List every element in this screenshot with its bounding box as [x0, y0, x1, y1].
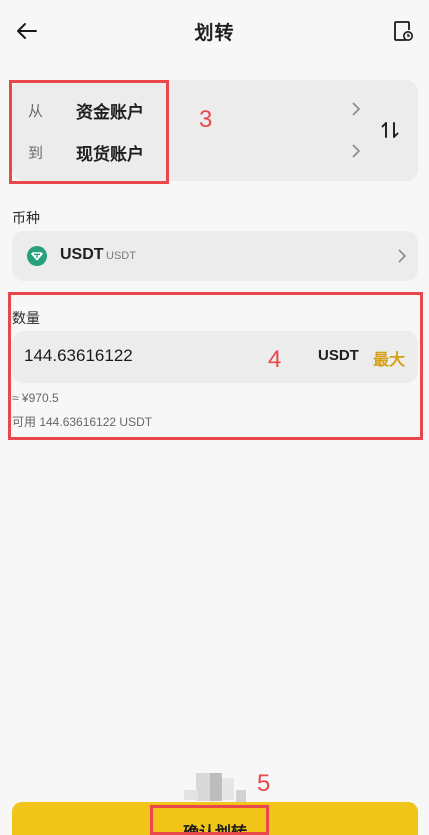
coin-section-label: 币种	[12, 210, 40, 226]
annotation-box-4	[8, 292, 423, 440]
annotation-box-5	[150, 805, 269, 835]
annotation-number-4: 4	[268, 346, 282, 373]
coin-name: USDT	[60, 246, 104, 263]
page-title: 划转	[194, 23, 235, 44]
chevron-right-icon	[352, 144, 361, 158]
history-icon[interactable]	[393, 20, 413, 42]
top-bar: 划转	[0, 0, 429, 62]
coin-sub-label: USDT	[106, 250, 136, 262]
transfer-page: 划转 从 资金账户 到 现货账户 3 币种 USDT USDT 数量 144.6…	[0, 0, 429, 835]
chevron-right-icon	[398, 249, 407, 263]
annotation-number-3: 3	[199, 106, 213, 133]
chevron-right-icon	[352, 102, 361, 116]
annotation-box-3	[9, 80, 169, 184]
swap-icon[interactable]	[380, 120, 400, 140]
usdt-logo-icon	[27, 246, 47, 266]
coin-selector[interactable]: USDT USDT	[12, 231, 418, 281]
annotation-number-5: 5	[257, 770, 271, 797]
